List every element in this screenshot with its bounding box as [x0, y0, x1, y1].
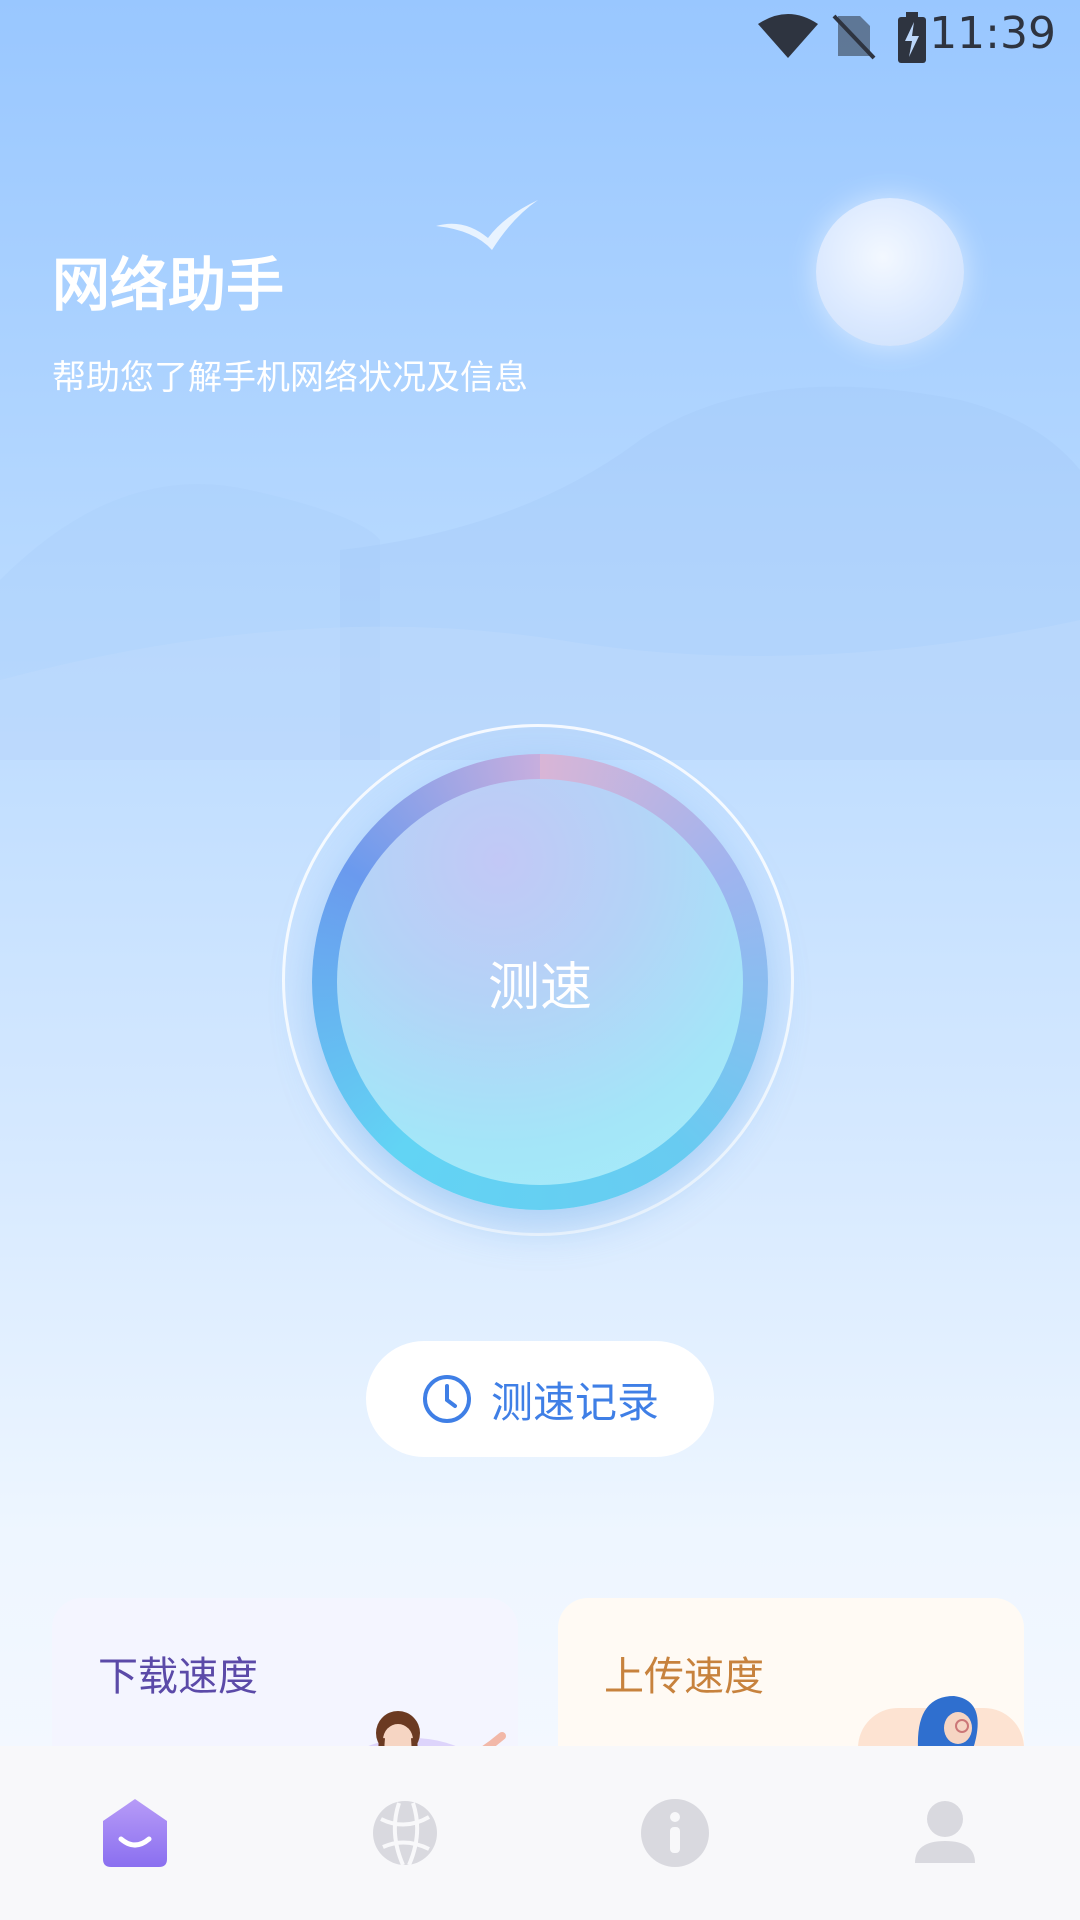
- wifi-icon: [758, 14, 818, 58]
- battery-charging-icon: [898, 12, 926, 63]
- upload-speed-title: 上传速度: [604, 1654, 764, 1700]
- hills-illustration: [0, 386, 1080, 760]
- info-icon: [641, 1799, 709, 1867]
- page-title: 网络助手: [52, 251, 285, 319]
- tab-network[interactable]: [270, 1746, 540, 1920]
- page-subtitle: 帮助您了解手机网络状况及信息: [52, 358, 528, 398]
- tab-profile[interactable]: [810, 1746, 1080, 1920]
- clock-icon: [422, 1375, 471, 1423]
- bird-icon: [436, 200, 538, 250]
- speed-history-label: 测速记录: [490, 1377, 659, 1427]
- speed-test-button[interactable]: 测速: [337, 779, 743, 1185]
- bottom-tab-bar: [0, 1746, 1080, 1920]
- tab-info[interactable]: [540, 1746, 810, 1920]
- user-icon: [915, 1801, 975, 1863]
- download-speed-title: 下载速度: [98, 1654, 258, 1700]
- no-sim-icon: [832, 14, 876, 60]
- status-time: 11:39: [929, 8, 1056, 59]
- globe-icon: [373, 1801, 437, 1866]
- tab-home[interactable]: [0, 1746, 270, 1920]
- home-icon: [103, 1799, 167, 1867]
- speed-test-label: 测速: [487, 957, 592, 1018]
- moon-illustration: [816, 198, 964, 346]
- status-bar: 11:39: [0, 0, 1080, 72]
- speed-history-button[interactable]: 测速记录: [366, 1341, 714, 1457]
